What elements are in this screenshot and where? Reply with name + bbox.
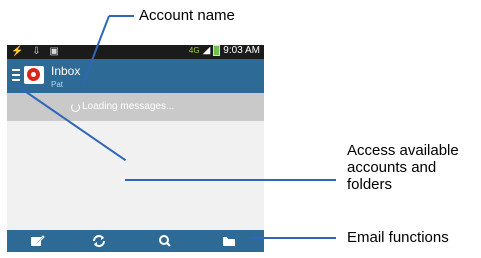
- status-right: 4G ◢ 9:03 AM: [189, 45, 260, 56]
- callout-email-functions: Email functions: [347, 229, 449, 246]
- accounts-leader: [125, 179, 336, 181]
- email-functions-leader: [250, 237, 336, 239]
- callout-line: folders: [347, 176, 393, 193]
- signal-icon: ◢: [202, 45, 211, 56]
- menu-icon[interactable]: [12, 69, 20, 82]
- message-list: [7, 121, 264, 230]
- callout-line: Access available: [347, 142, 459, 159]
- compose-icon[interactable]: [29, 234, 45, 248]
- battery-icon: [213, 45, 221, 56]
- search-icon[interactable]: [157, 234, 173, 248]
- refresh-icon[interactable]: [91, 234, 107, 248]
- network-indicator: 4G: [188, 46, 200, 55]
- loading-text: Loading messages...: [82, 101, 175, 112]
- callout-access-accounts: Access available accounts and folders: [347, 142, 459, 193]
- app-bar: Inbox Pat: [7, 59, 264, 93]
- account-name-leader: [109, 15, 134, 17]
- bottom-bar: [7, 230, 264, 252]
- email-app-icon: [24, 66, 44, 84]
- account-name: Pat: [51, 80, 64, 89]
- callout-line: accounts and: [347, 159, 437, 176]
- folder-icon[interactable]: [221, 234, 237, 248]
- status-notification-icons: ⚡ ⇩ ▣: [11, 46, 62, 57]
- loading-spinner-icon: [71, 103, 80, 112]
- phone-screen: ⚡ ⇩ ▣ 4G ◢ 9:03 AM Inbox Pat Loading mes…: [7, 45, 264, 252]
- status-time: 9:03 AM: [223, 45, 260, 56]
- inbox-title: Inbox: [51, 64, 81, 78]
- status-bar: ⚡ ⇩ ▣ 4G ◢ 9:03 AM: [7, 45, 264, 59]
- callout-account-name: Account name: [139, 7, 235, 24]
